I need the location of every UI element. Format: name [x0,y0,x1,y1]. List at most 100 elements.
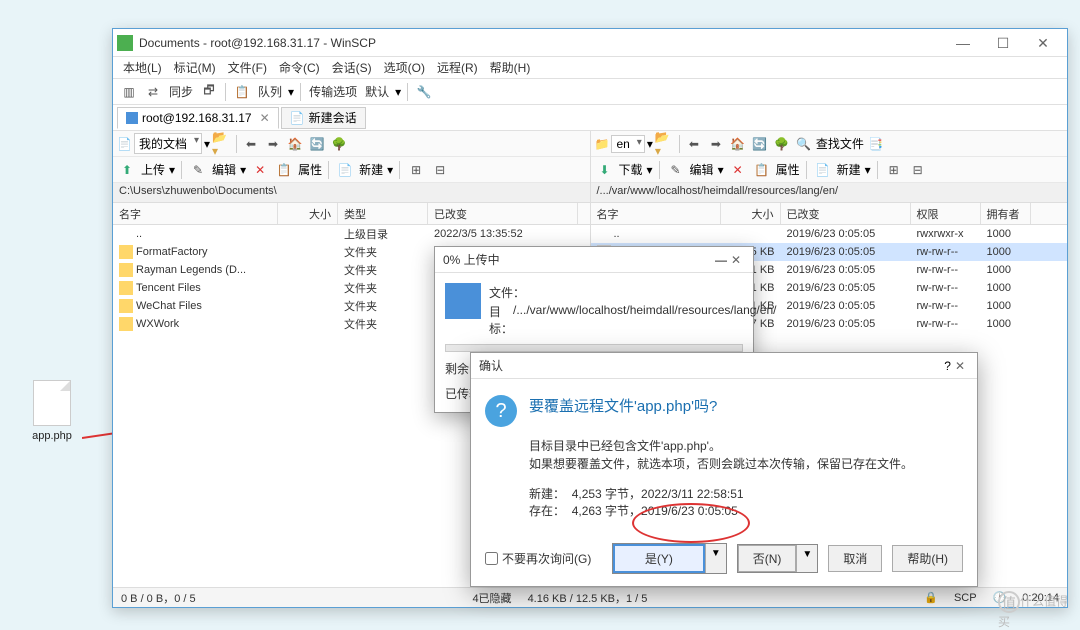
minus-icon[interactable]: ⊟ [908,160,928,180]
sync-arrows-icon[interactable]: ⇄ [143,82,163,102]
back-icon[interactable]: ⬅ [241,134,261,154]
titlebar[interactable]: Documents - root@192.168.31.17 - WinSCP … [113,29,1067,57]
status-proto: SCP [946,592,985,604]
open-folder-icon[interactable]: 📂▾ [655,134,675,154]
menu-mark[interactable]: 标记(M) [170,57,220,78]
props-icon[interactable]: 📋 [274,160,294,180]
tab-new-session[interactable]: 📄 新建会话 [281,107,366,129]
transfer-icon [445,283,481,319]
target-value: /.../var/www/localhost/heimdall/resource… [513,303,776,337]
download-label[interactable]: 下载 [619,161,643,178]
tab-session-label: root@192.168.31.17 [142,111,252,125]
new-label[interactable]: 新建 [837,161,861,178]
upload-label[interactable]: 上传 [141,161,165,178]
new-icon[interactable]: 📄 [335,160,355,180]
menu-help[interactable]: 帮助(H) [486,57,535,78]
up-icon[interactable]: 🏠 [285,134,305,154]
desktop-file-icon[interactable]: app.php [28,380,76,442]
dont-ask-input[interactable] [485,552,498,565]
col-name[interactable]: 名字 [113,203,278,224]
list-item[interactable]: ..2019/6/23 0:05:05rwxrwxr-x1000 [591,225,1068,243]
col-date[interactable]: 已改变 [781,203,911,224]
new-icon[interactable]: 📄 [813,160,833,180]
minus-icon[interactable]: ⊟ [430,160,450,180]
props-label[interactable]: 属性 [298,161,322,178]
menu-session[interactable]: 会话(S) [328,57,376,78]
sync-browse-icon[interactable]: 🗗 [199,82,219,102]
home-icon[interactable]: 🏠 [728,134,748,154]
minimize-button[interactable]: — [943,29,983,57]
props-label[interactable]: 属性 [776,161,800,178]
col-type[interactable]: 类型 [338,203,428,224]
settings-icon[interactable]: 🔧 [414,82,434,102]
props-icon[interactable]: 📋 [752,160,772,180]
close-button[interactable]: ✕ [1023,29,1063,57]
queue-icon[interactable]: 📋 [232,82,252,102]
list-item[interactable]: ..上级目录2022/3/5 13:35:52 [113,225,590,243]
plus-icon[interactable]: ⊞ [884,160,904,180]
cancel-button[interactable]: 取消 [828,545,882,572]
remote-path: /.../var/www/localhost/heimdall/resource… [591,183,1068,203]
yes-button[interactable]: 是(Y) [613,544,705,573]
session-tabs: root@192.168.31.17 ✕ 📄 新建会话 [113,105,1067,131]
plus-icon[interactable]: ⊞ [406,160,426,180]
file-label: app.php [28,430,76,442]
menu-file[interactable]: 文件(F) [224,57,271,78]
fwd-icon[interactable]: ➡ [263,134,283,154]
col-size[interactable]: 大小 [721,203,781,224]
find-icon[interactable]: 🔍 [794,134,814,154]
remote-path-combo[interactable]: en [611,135,644,153]
col-date[interactable]: 已改变 [428,203,578,224]
close-icon[interactable]: ✕ [727,253,745,267]
refresh-icon[interactable]: 🔄 [307,134,327,154]
help-button[interactable]: 帮助(H) [892,545,963,572]
default-label[interactable]: 默认 [363,83,391,100]
status-right: 4.16 KB / 12.5 KB，1 / 5 [520,590,656,606]
col-perm[interactable]: 权限 [911,203,981,224]
delete-icon[interactable]: ✕ [250,160,270,180]
file-icon [33,380,71,426]
queue-label[interactable]: 队列 [256,83,284,100]
fwd-icon[interactable]: ➡ [706,134,726,154]
bookmark-icon[interactable]: 📑 [866,134,886,154]
tab-close-icon[interactable]: ✕ [260,111,270,125]
close-icon[interactable]: ✕ [951,359,969,373]
col-name[interactable]: 名字 [591,203,721,224]
dont-ask-checkbox[interactable]: 不要再次询问(G) [485,550,602,567]
tab-session[interactable]: root@192.168.31.17 ✕ [117,107,279,129]
new-label[interactable]: 新建 [359,161,383,178]
status-hidden: 4已隐藏 [464,590,519,606]
tree-icon[interactable]: 🌳 [772,134,792,154]
progress-bar [445,344,743,352]
back-icon[interactable]: ⬅ [684,134,704,154]
sync-label[interactable]: 同步 [167,83,195,100]
edit-icon[interactable]: ✎ [666,160,686,180]
help-icon[interactable]: ? [944,359,951,373]
download-icon[interactable]: ⬇ [595,160,615,180]
menu-options[interactable]: 选项(O) [380,57,429,78]
menu-command[interactable]: 命令(C) [275,57,324,78]
tree-icon[interactable]: 🌳 [329,134,349,154]
yes-dropdown[interactable]: ▼ [705,544,726,573]
maximize-button[interactable]: ☐ [983,29,1023,57]
menu-local[interactable]: 本地(L) [119,57,166,78]
no-button[interactable]: 否(N) [738,545,797,572]
menu-remote[interactable]: 远程(R) [433,57,482,78]
edit-label[interactable]: 编辑 [212,161,236,178]
confirm-msg2: 如果想要覆盖文件，就选本项，否则会跳过本次传输，保留已存在文件。 [529,455,963,473]
minimize-icon[interactable]: — [715,253,727,267]
col-size[interactable]: 大小 [278,203,338,224]
open-folder-icon[interactable]: 📂▾ [212,134,232,154]
find-label[interactable]: 查找文件 [816,135,864,152]
local-path-combo[interactable]: 我的文档 [134,133,202,154]
no-dropdown[interactable]: ▼ [796,545,817,572]
edit-label[interactable]: 编辑 [690,161,714,178]
watermark: 值什么值得买 [998,591,1072,619]
delete-icon[interactable]: ✕ [728,160,748,180]
upload-icon[interactable]: ⬆ [117,160,137,180]
refresh-icon[interactable]: 🔄 [750,134,770,154]
col-owner[interactable]: 拥有者 [981,203,1031,224]
panels-icon[interactable]: ▥ [119,82,139,102]
edit-icon[interactable]: ✎ [188,160,208,180]
main-toolbar: ▥ ⇄ 同步 🗗 📋 队列 ▾ 传输选项 默认 ▾ 🔧 [113,79,1067,105]
